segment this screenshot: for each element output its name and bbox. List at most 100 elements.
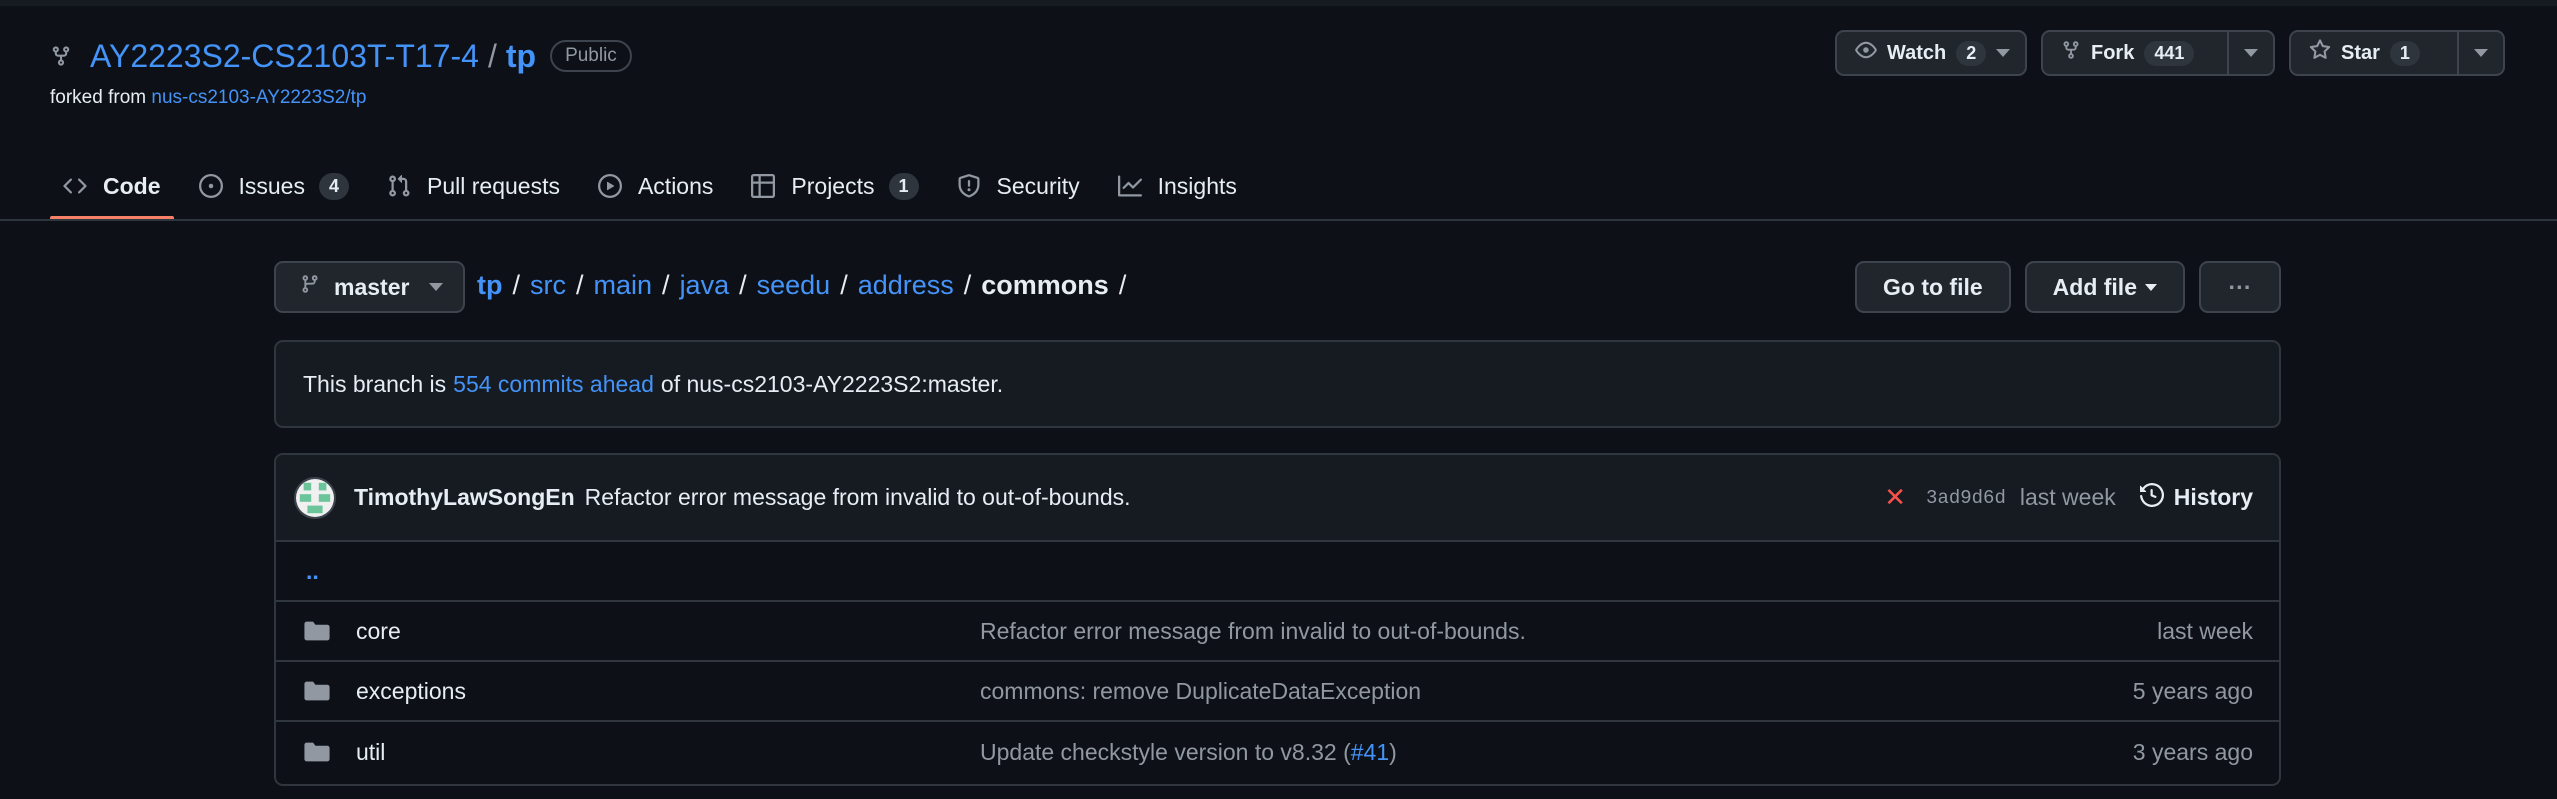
- repo-name-link[interactable]: tp: [506, 38, 536, 75]
- latest-commit-row: TimothyLawSongEn Refactor error message …: [276, 455, 2279, 542]
- tab-pull-requests-label: Pull requests: [427, 172, 560, 199]
- breadcrumb-segment[interactable]: main: [594, 270, 653, 301]
- file-commit-message-text[interactable]: Update checkstyle version to v8.32 (: [980, 739, 1351, 765]
- repo-title-separator: /: [487, 37, 497, 74]
- star-icon: [2309, 39, 2331, 67]
- breadcrumb-segment[interactable]: tp: [477, 270, 502, 301]
- breadcrumb-segment[interactable]: java: [680, 270, 730, 301]
- repo-actions: Watch 2 Fork 441 Star 1: [1835, 30, 2505, 76]
- folder-icon: [304, 740, 332, 764]
- breadcrumb-separator: /: [662, 270, 670, 300]
- breadcrumb-segment[interactable]: seedu: [757, 270, 831, 301]
- folder-icon: [304, 619, 332, 643]
- ahead-suffix: of nus-cs2103-AY2223S2:master.: [660, 370, 1004, 397]
- repo-nav-tabs: Code Issues 4 Pull requests Actions Proj…: [50, 152, 1262, 220]
- graph-icon: [1117, 173, 1144, 199]
- add-file-label: Add file: [2052, 273, 2137, 300]
- star-button[interactable]: Star 1: [2289, 30, 2505, 76]
- repo-owner-link[interactable]: AY2223S2-CS2103T-T17-4: [90, 38, 479, 75]
- file-toolbar: Go to file Add file ···: [1854, 261, 2281, 313]
- table-icon: [751, 173, 777, 199]
- watch-label: Watch: [1887, 41, 1947, 64]
- file-row[interactable]: core Refactor error message from invalid…: [276, 602, 2279, 662]
- file-commit-message[interactable]: commons: remove DuplicateDataException: [980, 678, 2133, 705]
- chevron-down-icon: [2145, 283, 2157, 291]
- tab-insights[interactable]: Insights: [1105, 152, 1250, 220]
- chevron-down-icon: [1996, 49, 2011, 57]
- file-row[interactable]: exceptions commons: remove DuplicateData…: [276, 662, 2279, 722]
- code-icon: [63, 173, 89, 199]
- breadcrumb-separator: /: [840, 270, 848, 300]
- eye-icon: [1855, 39, 1877, 67]
- breadcrumb-current: commons: [981, 270, 1109, 300]
- history-label: History: [2173, 484, 2253, 510]
- tab-issues[interactable]: Issues 4: [186, 152, 363, 220]
- history-link[interactable]: History: [2139, 482, 2253, 513]
- breadcrumb-segment[interactable]: src: [530, 270, 566, 301]
- tab-issues-label: Issues: [238, 172, 305, 199]
- branch-name: master: [334, 273, 410, 300]
- folder-icon: [304, 679, 332, 703]
- commit-author-link[interactable]: TimothyLawSongEn: [354, 484, 575, 511]
- file-commit-message[interactable]: Refactor error message from invalid to o…: [980, 618, 2157, 645]
- commit-message-link[interactable]: Refactor error message from invalid to o…: [585, 484, 1131, 511]
- breadcrumb-segment[interactable]: address: [858, 270, 954, 301]
- breadcrumb-separator: /: [576, 270, 584, 300]
- more-options-button[interactable]: ···: [2199, 261, 2281, 313]
- chevron-down-icon: [429, 283, 444, 291]
- avatar[interactable]: [294, 476, 336, 519]
- visibility-badge: Public: [550, 40, 632, 72]
- file-name-link[interactable]: util: [356, 739, 980, 766]
- repo-header: AY2223S2-CS2103T-T17-4 / tp Public: [50, 36, 632, 76]
- pull-request-link[interactable]: #41: [1351, 739, 1389, 765]
- file-commit-message-suffix: ): [1389, 738, 1397, 765]
- forked-from-prefix: forked from: [50, 87, 147, 108]
- tab-projects-count: 1: [888, 172, 919, 200]
- parent-directory-link[interactable]: ..: [276, 542, 2279, 602]
- fork-dropdown[interactable]: [2227, 32, 2273, 74]
- fork-button[interactable]: Fork 441: [2041, 30, 2275, 76]
- breadcrumb-separator: /: [963, 270, 972, 300]
- watch-count: 2: [1956, 40, 1987, 66]
- commits-ahead-link[interactable]: 554 commits ahead: [453, 371, 654, 398]
- forked-from-link[interactable]: nus-cs2103-AY2223S2/tp: [151, 87, 366, 108]
- history-icon: [2139, 482, 2164, 513]
- file-commit-time: last week: [2157, 617, 2253, 644]
- file-row[interactable]: util Update checkstyle version to v8.32 …: [276, 722, 2279, 782]
- file-table: TimothyLawSongEn Refactor error message …: [274, 453, 2281, 786]
- branch-selector[interactable]: master: [274, 261, 465, 313]
- watch-button[interactable]: Watch 2: [1835, 30, 2027, 76]
- git-branch-icon: [300, 273, 320, 301]
- git-pull-request-icon: [387, 173, 413, 199]
- tab-issues-count: 4: [318, 172, 349, 200]
- star-dropdown[interactable]: [2457, 32, 2503, 74]
- go-to-file-button[interactable]: Go to file: [1854, 261, 2011, 313]
- add-file-button[interactable]: Add file: [2024, 261, 2185, 313]
- commit-sha-link[interactable]: 3ad9d6d: [1926, 487, 2006, 509]
- top-strip: [0, 0, 2557, 6]
- star-count: 1: [2389, 40, 2420, 66]
- tab-pull-requests[interactable]: Pull requests: [374, 152, 573, 220]
- breadcrumb-separator: /: [1118, 270, 1127, 300]
- tab-code-label: Code: [103, 172, 161, 199]
- breadcrumb-separator: /: [512, 270, 520, 300]
- repo-forked-icon: [2061, 39, 2081, 67]
- shield-icon: [957, 173, 983, 199]
- tab-actions[interactable]: Actions: [585, 152, 726, 220]
- fork-count: 441: [2144, 40, 2195, 66]
- breadcrumb: tp / src / main / java / seedu / address…: [477, 270, 1126, 301]
- file-name-link[interactable]: exceptions: [356, 678, 980, 705]
- forked-from: forked from nus-cs2103-AY2223S2/tp: [50, 87, 367, 109]
- tab-insights-label: Insights: [1157, 172, 1237, 199]
- tabs-divider: [0, 219, 2557, 221]
- file-commit-message: Update checkstyle version to v8.32 (#41): [980, 739, 2133, 766]
- tab-security[interactable]: Security: [944, 152, 1093, 220]
- fork-label: Fork: [2091, 41, 2135, 64]
- chevron-down-icon: [2474, 49, 2488, 57]
- issue-opened-icon: [198, 173, 225, 199]
- ci-failed-icon[interactable]: ✕: [1884, 482, 1906, 513]
- tab-code[interactable]: Code: [50, 152, 174, 220]
- file-name-link[interactable]: core: [356, 618, 980, 645]
- tab-projects[interactable]: Projects 1: [738, 152, 931, 220]
- tab-projects-label: Projects: [791, 172, 875, 199]
